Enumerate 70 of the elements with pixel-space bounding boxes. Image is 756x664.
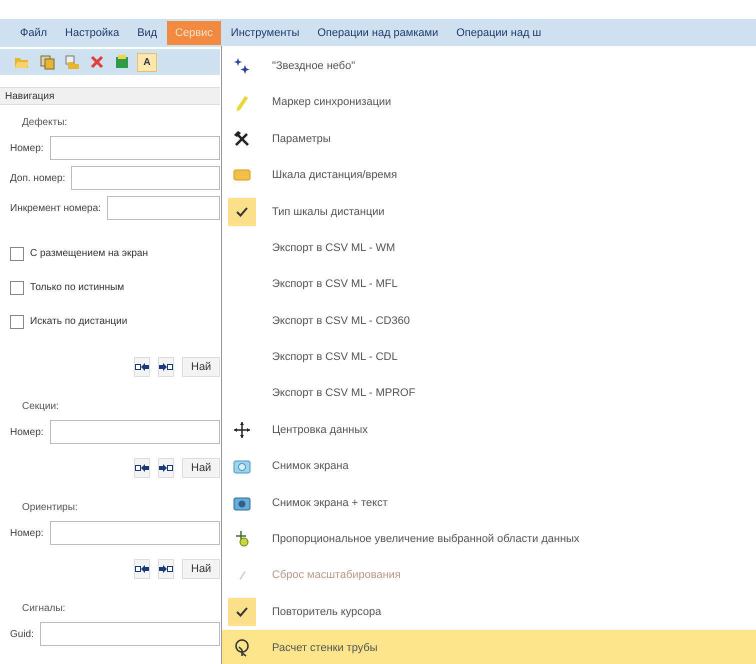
- input-field[interactable]: [71, 166, 220, 190]
- section-label: Сигналы:: [22, 602, 66, 616]
- input-field[interactable]: [50, 136, 220, 160]
- field-label: Guid:: [10, 628, 34, 642]
- checkbox[interactable]: [10, 246, 24, 260]
- folder-icon: [64, 54, 80, 70]
- field-label: Инкремент номера:: [10, 202, 101, 216]
- book-icon: [114, 54, 130, 70]
- menu-item[interactable]: Параметры: [222, 120, 756, 158]
- arrow-left-icon: [135, 565, 149, 573]
- section-label: Ориентиры:: [22, 501, 79, 515]
- menu-item[interactable]: Шкала дистанция/время: [222, 157, 756, 194]
- section-label: Дефекты:: [22, 116, 68, 130]
- arrow-right-icon: [159, 464, 173, 472]
- menu-item[interactable]: Расчет стенки трубы: [222, 630, 756, 664]
- field-label: Номер:: [10, 142, 44, 156]
- menu-item[interactable]: Пропорциональное увеличение выбранной области данных: [222, 521, 756, 558]
- stars-icon: [233, 57, 251, 76]
- checkbox-label: С размещением на экран: [30, 247, 148, 261]
- menu-item[interactable]: Экспорт в CSV ML - WM: [222, 230, 756, 266]
- previous-button[interactable]: [134, 357, 150, 377]
- next-button[interactable]: [158, 559, 174, 579]
- field-label: Номер:: [10, 426, 44, 440]
- move-icon: [233, 421, 251, 440]
- menu-item[interactable]: Центровка данных: [222, 412, 756, 448]
- input-field[interactable]: [50, 521, 220, 545]
- find-button[interactable]: Най: [182, 559, 220, 579]
- menu-item[interactable]: Инструменты: [222, 21, 308, 45]
- checkbox[interactable]: [10, 280, 24, 294]
- arrow-right-icon: [159, 565, 173, 573]
- menu-item[interactable]: Снимок экрана: [222, 448, 756, 485]
- menu-item[interactable]: Вид: [129, 21, 166, 45]
- arrow-right-icon: [159, 363, 173, 371]
- documents-icon: [39, 54, 55, 70]
- arrow-left-icon: [135, 464, 149, 472]
- menu-item[interactable]: Экспорт в CSV ML - MFL: [222, 266, 756, 303]
- slash-icon: [238, 571, 246, 580]
- section-label: Секции:: [22, 400, 60, 414]
- field-label: Номер:: [10, 526, 44, 540]
- menu-item[interactable]: Экспорт в CSV ML - CDL: [222, 339, 756, 376]
- toolbar-button[interactable]: A: [137, 52, 157, 72]
- zoom-icon: [233, 530, 251, 548]
- tools-icon: [233, 130, 251, 148]
- close-icon: [89, 54, 105, 70]
- next-button[interactable]: [158, 458, 174, 478]
- menu-item[interactable]: Операции над рамками: [309, 21, 446, 45]
- menu-item[interactable]: Файл: [12, 21, 56, 45]
- previous-button[interactable]: [134, 458, 150, 478]
- input-field[interactable]: [40, 622, 220, 646]
- menu-item[interactable]: Тип шкалы дистанции: [222, 194, 756, 230]
- menu-item[interactable]: Экспорт в CSV ML - MPROF: [222, 376, 756, 412]
- menu-item[interactable]: Операции над ш: [448, 21, 550, 45]
- checkbox-label: Только по истинным: [30, 281, 124, 295]
- field-label: Доп. номер:: [10, 172, 66, 186]
- menu-item[interactable]: Экспорт в CSV ML - CD360: [222, 302, 756, 340]
- menu-item[interactable]: Снимок экрана + текст: [222, 484, 756, 522]
- arrow-left-icon: [135, 363, 149, 371]
- checkbox-label: Искать по дистанции: [30, 315, 128, 329]
- menu-item[interactable]: "Звездное небо": [222, 48, 756, 84]
- find-button[interactable]: Най: [182, 458, 220, 478]
- input-field[interactable]: [106, 196, 220, 220]
- previous-button[interactable]: [134, 559, 150, 579]
- checkbox[interactable]: [10, 314, 24, 328]
- menu-item[interactable]: Повторитель курсора: [222, 594, 756, 630]
- menu-item[interactable]: Настройка: [57, 21, 128, 45]
- input-field[interactable]: [50, 420, 220, 444]
- menu-item[interactable]: Маркер синхронизации: [222, 84, 756, 121]
- find-button[interactable]: Най: [182, 357, 220, 377]
- panel-header: Навигация: [0, 87, 220, 105]
- next-button[interactable]: [158, 357, 174, 377]
